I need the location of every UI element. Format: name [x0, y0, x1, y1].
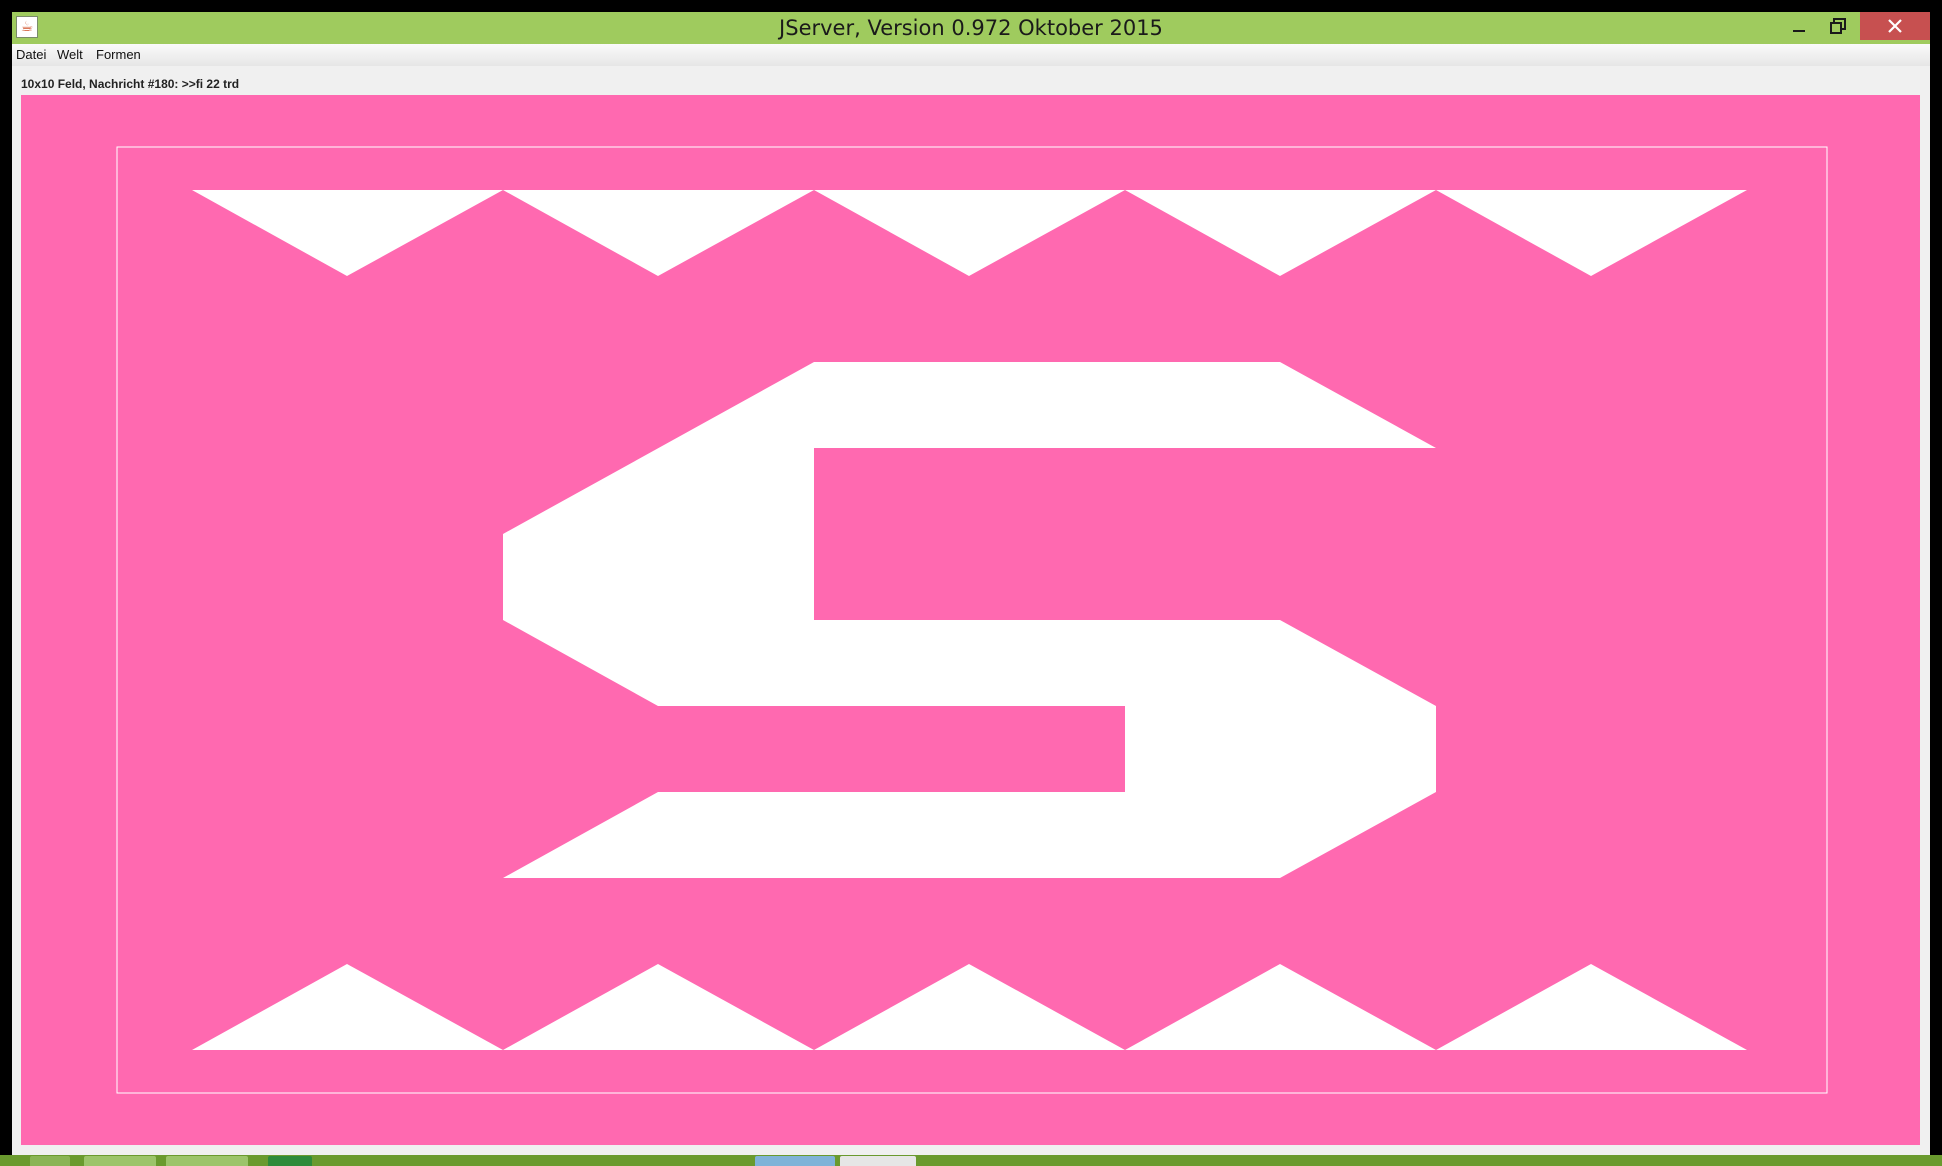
top-triangle [192, 190, 503, 276]
menu-formen[interactable]: Formen [96, 44, 141, 66]
minimize-icon [1793, 30, 1805, 32]
menu-bar: Datei Welt Formen [12, 44, 1930, 66]
bottom-triangle [503, 964, 814, 1050]
menu-welt[interactable]: Welt [57, 44, 83, 66]
taskbar-app-button[interactable] [166, 1156, 248, 1166]
taskbar-start-button[interactable] [30, 1156, 70, 1166]
bottom-triangle [192, 964, 503, 1050]
top-triangle [1436, 190, 1747, 276]
close-button[interactable] [1860, 12, 1930, 40]
taskbar-app-button[interactable] [84, 1156, 156, 1166]
maximize-button[interactable] [1820, 12, 1856, 40]
bottom-triangle [814, 964, 1125, 1050]
maximize-icon [1830, 18, 1846, 34]
close-icon [1888, 19, 1902, 33]
minimize-button[interactable] [1782, 12, 1816, 40]
board-drawing [116, 146, 1828, 1094]
bottom-triangle [1125, 964, 1436, 1050]
board-canvas[interactable] [21, 95, 1920, 1145]
title-bar[interactable]: ☕ JServer, Version 0.972 Oktober 2015 [12, 12, 1930, 44]
menu-datei[interactable]: Datei [16, 44, 46, 66]
taskbar-app-button[interactable] [755, 1156, 835, 1166]
taskbar-app-button[interactable] [268, 1156, 312, 1166]
window-title: JServer, Version 0.972 Oktober 2015 [779, 16, 1163, 40]
top-triangle [814, 190, 1125, 276]
letter-s-shape [503, 362, 1436, 878]
top-triangle [1125, 190, 1436, 276]
status-message: 10x10 Feld, Nachricht #180: >>fi 22 trd [21, 77, 240, 91]
bottom-triangle [1436, 964, 1747, 1050]
taskbar-app-button[interactable] [840, 1156, 916, 1166]
top-triangle [503, 190, 814, 276]
app-window: ☕ JServer, Version 0.972 Oktober 2015 Da… [12, 12, 1930, 1155]
